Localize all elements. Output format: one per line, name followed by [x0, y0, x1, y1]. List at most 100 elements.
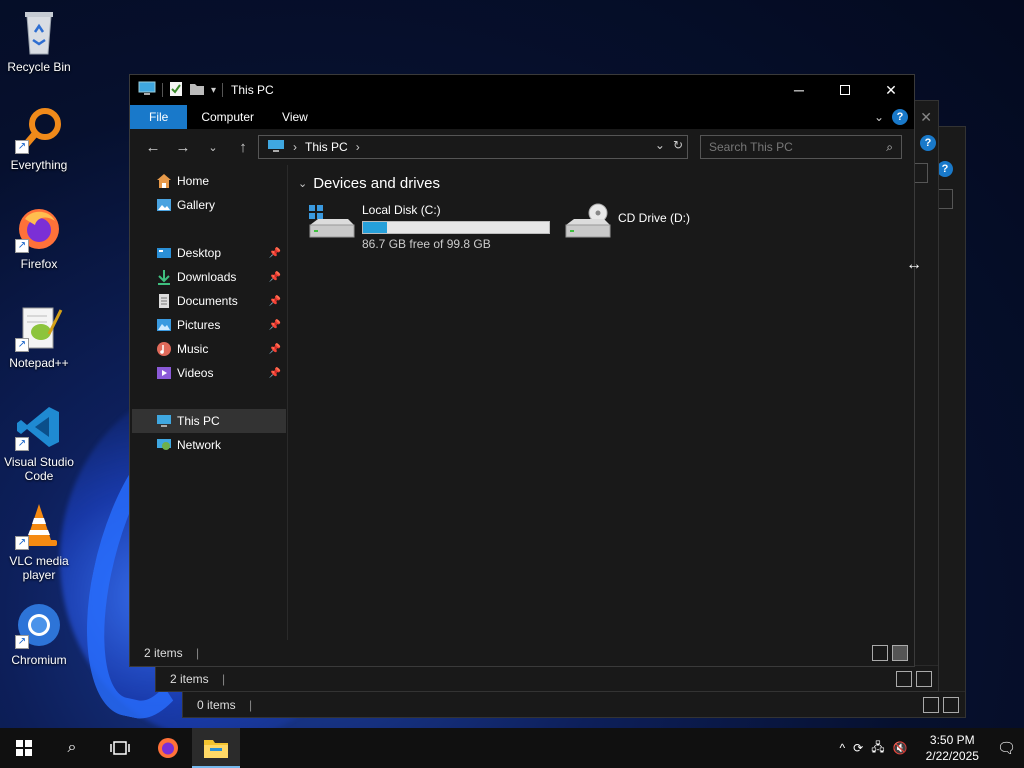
taskbar-file-explorer[interactable]	[192, 728, 240, 768]
new-folder-icon[interactable]	[189, 82, 205, 99]
details-view-icon[interactable]	[923, 697, 939, 713]
desktop-icon-label: Everything	[10, 158, 68, 172]
sidebar-item-home[interactable]: Home	[130, 169, 287, 193]
collapse-chevron-icon[interactable]: ⌄	[298, 177, 307, 190]
tab-file[interactable]: File	[130, 105, 188, 129]
breadcrumb[interactable]: This PC	[305, 140, 348, 154]
help-icon[interactable]: ?	[892, 109, 908, 125]
large-icons-view-icon[interactable]	[892, 645, 908, 661]
close-button[interactable]: ✕	[868, 75, 914, 105]
shortcut-arrow-icon: ↗	[15, 635, 29, 649]
navigation-pane: Home Gallery Desktop 📌 Downloads 📌 Docum…	[130, 165, 288, 640]
drive-item-c[interactable]: Local Disk (C:) 86.7 GB free of 99.8 GB	[308, 203, 550, 251]
desktop-icon-chromium[interactable]: ↗ Chromium	[0, 601, 78, 667]
pin-icon[interactable]: 📌	[269, 344, 281, 355]
forward-button[interactable]: →	[168, 133, 198, 161]
pictures-icon	[156, 317, 172, 333]
start-button[interactable]	[0, 728, 48, 768]
recent-locations-button[interactable]: ⌄	[198, 133, 228, 161]
sidebar-item-label: Network	[177, 438, 222, 452]
sidebar-item-pictures[interactable]: Pictures 📌	[130, 313, 287, 337]
details-view-icon[interactable]	[896, 671, 912, 687]
tab-computer[interactable]: Computer	[187, 105, 268, 129]
address-dropdown-icon[interactable]: ⌄	[655, 138, 665, 152]
desktop-icon-vlc[interactable]: ↗ VLC media player	[0, 502, 78, 582]
sidebar-item-downloads[interactable]: Downloads 📌	[130, 265, 287, 289]
search-input[interactable]: Search This PC ⌕	[700, 135, 902, 159]
sidebar-item-music[interactable]: Music 📌	[130, 337, 287, 361]
customize-toolbar-icon[interactable]: ▾	[211, 85, 216, 96]
notepad-plus-plus-icon: ↗	[15, 304, 63, 352]
shortcut-arrow-icon: ↗	[15, 140, 29, 154]
quick-access-toolbar: ▾	[130, 81, 224, 100]
navigation-bar: ← → ⌄ ↑ › This PC › ⌄ ↻ Search This PC ⌕	[130, 129, 914, 165]
breadcrumb-separator-icon[interactable]: ›	[293, 140, 297, 154]
refresh-icon[interactable]: ↻	[673, 138, 683, 152]
refresh-button[interactable]	[937, 189, 953, 209]
shortcut-arrow-icon: ↗	[15, 437, 29, 451]
taskbar-firefox[interactable]	[144, 728, 192, 768]
large-icons-view-icon[interactable]	[943, 697, 959, 713]
videos-icon	[156, 365, 172, 381]
sidebar-item-network[interactable]: Network	[130, 433, 287, 457]
sidebar-item-videos[interactable]: Videos 📌	[130, 361, 287, 385]
pin-icon[interactable]: 📌	[269, 248, 281, 259]
file-explorer-icon	[204, 740, 228, 758]
shortcut-arrow-icon: ↗	[15, 536, 29, 550]
properties-icon[interactable]	[169, 81, 183, 100]
task-view-button[interactable]	[96, 728, 144, 768]
details-view-icon[interactable]	[872, 645, 888, 661]
pin-icon[interactable]: 📌	[269, 272, 281, 283]
file-list: ⌄ Devices and drives Local Disk (C:) 86.…	[290, 165, 914, 640]
sidebar-item-label: Downloads	[177, 270, 237, 284]
pin-icon[interactable]: 📌	[269, 368, 281, 379]
desktop-icon-everything[interactable]: ↗ Everything	[0, 106, 78, 172]
group-header[interactable]: ⌄ Devices and drives	[298, 175, 440, 192]
hard-drive-icon	[308, 203, 356, 243]
sidebar-item-this-pc[interactable]: This PC	[132, 409, 286, 433]
help-icon[interactable]: ?	[920, 135, 936, 151]
explorer-window[interactable]: ▾ This PC ─ ✕ File Computer View ⌄ ? ← →…	[129, 74, 915, 667]
sidebar-item-gallery[interactable]: Gallery	[130, 193, 287, 217]
clock-date: 2/22/2025	[925, 749, 979, 763]
minimize-button[interactable]: ─	[776, 75, 822, 105]
large-icons-view-icon[interactable]	[916, 671, 932, 687]
desktop-icon-vscode[interactable]: ↗ Visual Studio Code	[0, 403, 78, 483]
recycle-bin-icon	[15, 8, 63, 56]
close-icon[interactable]: ✕	[920, 109, 932, 126]
desktop-icon-firefox[interactable]: ↗ Firefox	[0, 205, 78, 271]
sync-icon[interactable]: ⟳	[853, 741, 863, 755]
gallery-icon	[156, 197, 172, 213]
notifications-icon[interactable]: 🗨	[997, 739, 1016, 757]
desktop-icon-recycle-bin[interactable]: Recycle Bin	[0, 8, 78, 74]
address-bar[interactable]: › This PC › ⌄ ↻	[258, 135, 688, 159]
maximize-button[interactable]	[822, 75, 868, 105]
back-button[interactable]: ←	[138, 133, 168, 161]
breadcrumb-separator-icon[interactable]: ›	[356, 140, 360, 154]
desktop-icon-notepad-plus-plus[interactable]: ↗ Notepad++	[0, 304, 78, 370]
title-bar[interactable]: ▾ This PC ─ ✕	[130, 75, 914, 105]
vlc-icon: ↗	[15, 502, 63, 550]
expand-ribbon-icon[interactable]: ⌄	[874, 110, 884, 124]
drive-name: CD Drive (D:)	[618, 211, 690, 225]
help-icon[interactable]: ?	[937, 161, 953, 177]
sidebar-item-desktop[interactable]: Desktop 📌	[130, 241, 287, 265]
everything-icon: ↗	[15, 106, 63, 154]
computer-icon	[267, 139, 285, 156]
resize-cursor-icon: ↔	[906, 256, 922, 273]
pin-icon[interactable]: 📌	[269, 320, 281, 331]
tab-view[interactable]: View	[268, 105, 322, 129]
drive-item-d[interactable]: CD Drive (D:)	[564, 203, 690, 243]
network-status-icon[interactable]: 🖧	[871, 738, 884, 759]
sidebar-item-documents[interactable]: Documents 📌	[130, 289, 287, 313]
pin-icon[interactable]: 📌	[269, 296, 281, 307]
search-button[interactable]: ⌕	[48, 728, 96, 768]
item-count: 2 items	[170, 672, 209, 686]
show-hidden-icons-icon[interactable]: ^	[840, 741, 846, 755]
up-button[interactable]: ↑	[228, 133, 258, 161]
clock[interactable]: 3:50 PM 2/22/2025	[926, 732, 979, 764]
computer-icon	[156, 413, 172, 429]
shortcut-arrow-icon: ↗	[15, 338, 29, 352]
volume-muted-icon[interactable]: 🔇	[893, 741, 908, 755]
status-bar: 0 items |	[183, 691, 965, 717]
